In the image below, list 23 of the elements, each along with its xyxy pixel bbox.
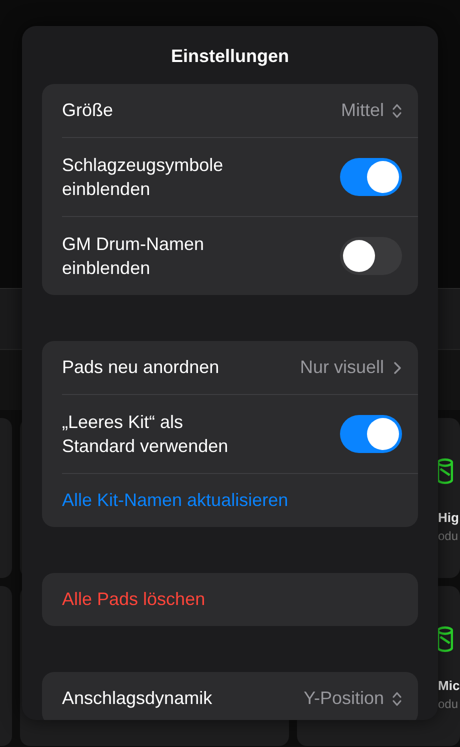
delete-action[interactable]: Alle Pads löschen [62, 589, 206, 610]
pad-title: Mic [438, 678, 460, 693]
toggle-switch[interactable] [340, 415, 402, 453]
value-selector[interactable]: Mittel [340, 100, 402, 121]
up-down-chevron-icon [392, 690, 402, 708]
setting-label: Schlagzeugsymbole einblenden [62, 154, 224, 201]
drum-icon [437, 458, 453, 486]
drum-icon [437, 626, 453, 654]
pad-subtitle: odu [438, 529, 458, 543]
pad-subtitle: odu [438, 697, 458, 711]
toggle-switch[interactable] [340, 237, 402, 275]
popover-title: Einstellungen [170, 45, 290, 68]
setting-label: „Leeres Kit“ als Standard verwenden [62, 411, 228, 458]
setting-label: Anschlagsdynamik [62, 688, 212, 709]
setting-label: GM Drum-Namen einblenden [62, 233, 204, 280]
value-selector[interactable]: Y-Position [304, 688, 402, 709]
pad-title: Hig [438, 510, 459, 525]
up-down-chevron-icon [392, 102, 402, 120]
update-link[interactable]: Alle Kit-Namen aktualisieren [62, 490, 288, 511]
setting-label: Pads neu anordnen [62, 357, 220, 378]
toggle-switch[interactable] [340, 158, 402, 196]
setting-label: Größe [62, 100, 114, 121]
value-selector[interactable]: Nur visuell [300, 357, 402, 378]
